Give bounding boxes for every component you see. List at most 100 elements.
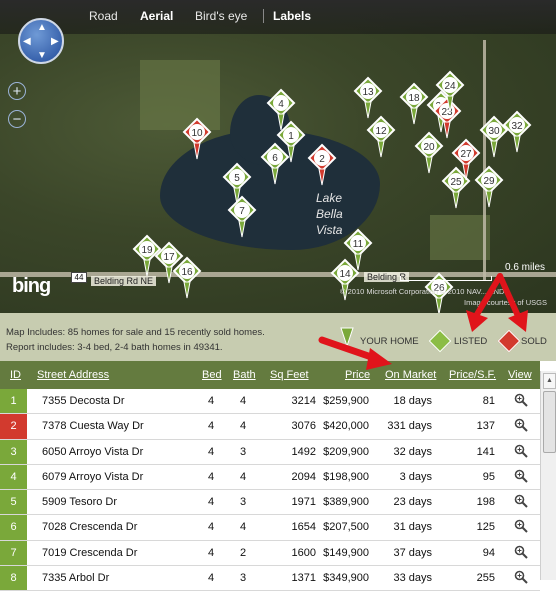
map-pin-6[interactable]: 6: [260, 142, 292, 186]
row-on-market: 23 days: [393, 496, 432, 509]
row-bed: 4: [208, 546, 215, 559]
map-pin-label: 32: [511, 121, 523, 132]
row-id: 3: [0, 439, 27, 464]
map-pin-7[interactable]: 7: [227, 195, 259, 239]
map-pin-10[interactable]: 10: [182, 117, 214, 161]
scroll-up-icon[interactable]: ▲: [543, 373, 556, 389]
road-label-left: Belding Rd NE: [91, 276, 157, 286]
table-row[interactable]: 1 7355 Decosta Dr 4 4 3214 $259,900 18 days 81: [0, 389, 540, 415]
map-pin-label: 2: [319, 154, 325, 165]
summary-line-2: Report includes: 3-4 bed, 2-4 bath homes…: [6, 342, 223, 353]
row-street: 7019 Crescenda Dr: [42, 546, 138, 559]
row-id: 4: [0, 464, 27, 490]
table-row[interactable]: 8 7335 Arbol Dr 4 3 1371 $349,900 33 days 255: [0, 566, 540, 591]
row-price: $149,900: [323, 546, 369, 559]
table-row[interactable]: 7 7019 Crescenda Dr 4 2 1600 $149,900 37 days 9…: [0, 540, 540, 567]
row-bed: 4: [208, 496, 215, 509]
map-road: [483, 40, 486, 280]
header-sqft[interactable]: Sq Feet: [270, 369, 309, 381]
map-pin-label: 12: [375, 126, 387, 137]
map-pin-label: 5: [234, 173, 240, 184]
header-id[interactable]: ID: [10, 369, 21, 381]
pan-compass[interactable]: ▲ ▼ ◀ ▶: [18, 18, 64, 64]
row-bath: 4: [240, 395, 247, 407]
row-on-market: 3 days: [399, 470, 432, 483]
row-bath: 3: [240, 445, 247, 458]
magnifier-icon[interactable]: [514, 545, 528, 559]
scroll-thumb[interactable]: [543, 391, 556, 453]
row-id: 2: [0, 414, 27, 439]
row-price-per-sf: 137: [476, 420, 495, 433]
row-street: 6079 Arroyo Vista Dr: [42, 470, 144, 483]
table-row[interactable]: 3 6050 Arroyo Vista Dr 4 3 1492 $209,900 32 da…: [0, 439, 540, 465]
nav-aerial[interactable]: Aerial: [140, 9, 173, 23]
zoom-out-icon[interactable]: −: [8, 110, 26, 128]
table-row[interactable]: 5 5909 Tesoro Dr 4 3 1971 $389,900 23 days 198: [0, 490, 540, 516]
lake-label: Lake Bella Vista: [316, 191, 343, 237]
table-row[interactable]: 2 7378 Cuesta Way Dr 4 4 3076 $420,000 331 day…: [0, 414, 540, 440]
magnifier-icon[interactable]: [514, 469, 528, 483]
row-price-per-sf: 95: [482, 470, 495, 483]
row-on-market: 37 days: [393, 546, 432, 559]
row-street: 7378 Cuesta Way Dr: [42, 420, 144, 433]
row-price: $259,900: [323, 395, 369, 407]
map-pin-label: 17: [163, 252, 175, 263]
row-id: 7: [0, 540, 27, 566]
map-pin-2[interactable]: 2: [307, 143, 339, 187]
pan-right-icon[interactable]: ▶: [51, 37, 59, 47]
pan-up-icon[interactable]: ▲: [37, 23, 47, 33]
map-pin-29[interactable]: 29: [474, 165, 506, 209]
magnifier-icon[interactable]: [514, 570, 528, 584]
map-pin-label: 1: [288, 131, 294, 142]
nav-labels[interactable]: Labels: [273, 9, 311, 23]
magnifier-icon[interactable]: [514, 494, 528, 508]
row-price-per-sf: 94: [482, 546, 495, 559]
row-price: $209,900: [323, 445, 369, 458]
magnifier-icon[interactable]: [514, 519, 528, 534]
map-terrain: [430, 215, 490, 260]
nav-birds-eye[interactable]: Bird's eye: [195, 9, 247, 23]
row-id: 5: [0, 490, 27, 515]
map-pin-13[interactable]: 13: [353, 76, 385, 120]
map-pin-32[interactable]: 32: [502, 110, 534, 154]
map-pin-label: 6: [272, 153, 278, 164]
legend-listed: LISTED: [454, 336, 488, 347]
row-price: $198,900: [323, 470, 369, 483]
table-row[interactable]: 6 7028 Crescenda Dr 4 4 1654 $207,500 31 days 1…: [0, 515, 540, 541]
map-pin-label: 20: [423, 142, 435, 153]
map-pin-label: 19: [141, 245, 153, 256]
header-bed[interactable]: Bed: [202, 369, 222, 381]
table-body: 1 7355 Decosta Dr 4 4 3214 $259,900 18 days 81 2…: [0, 389, 540, 591]
nav-separator: [263, 9, 264, 23]
magnifier-icon[interactable]: [514, 393, 528, 407]
listed-icon: [428, 329, 452, 353]
table-header: ID Street Address Bed Bath Sq Feet Price…: [0, 361, 540, 389]
pan-down-icon[interactable]: ▼: [37, 51, 47, 61]
header-price-per-sf[interactable]: Price/S.F.: [449, 369, 496, 381]
header-bath[interactable]: Bath: [233, 369, 256, 381]
aerial-map[interactable]: Road Aerial Bird's eye Labels ▲ ▼ ◀ ▶ + …: [0, 0, 556, 313]
table-row[interactable]: 4 6079 Arroyo Vista Dr 4 4 2094 $198,900 3 day…: [0, 464, 540, 491]
row-bath: 2: [240, 546, 247, 559]
header-view[interactable]: View: [508, 369, 532, 381]
map-pin-19[interactable]: 19: [132, 234, 164, 278]
bing-logo: bing: [12, 275, 51, 297]
row-bed: 4: [208, 521, 215, 534]
pan-left-icon[interactable]: ◀: [23, 37, 31, 47]
map-pin-24[interactable]: 24: [435, 70, 467, 114]
map-pin-label: 4: [278, 99, 284, 110]
map-pin-4[interactable]: 4: [266, 88, 298, 132]
nav-road[interactable]: Road: [89, 9, 118, 23]
map-pin-label: 30: [488, 126, 500, 137]
magnifier-icon[interactable]: [514, 418, 528, 433]
row-street: 6050 Arroyo Vista Dr: [42, 445, 144, 458]
header-street[interactable]: Street Address: [37, 369, 109, 381]
row-price: $420,000: [323, 420, 369, 433]
row-id: 8: [0, 566, 27, 591]
legend-sold: SOLD: [521, 336, 547, 347]
zoom-in-icon[interactable]: +: [8, 82, 26, 100]
table-scrollbar[interactable]: ▲: [540, 371, 556, 580]
map-pin-12[interactable]: 12: [366, 115, 398, 159]
row-price-per-sf: 198: [476, 496, 495, 509]
magnifier-icon[interactable]: [514, 444, 528, 458]
